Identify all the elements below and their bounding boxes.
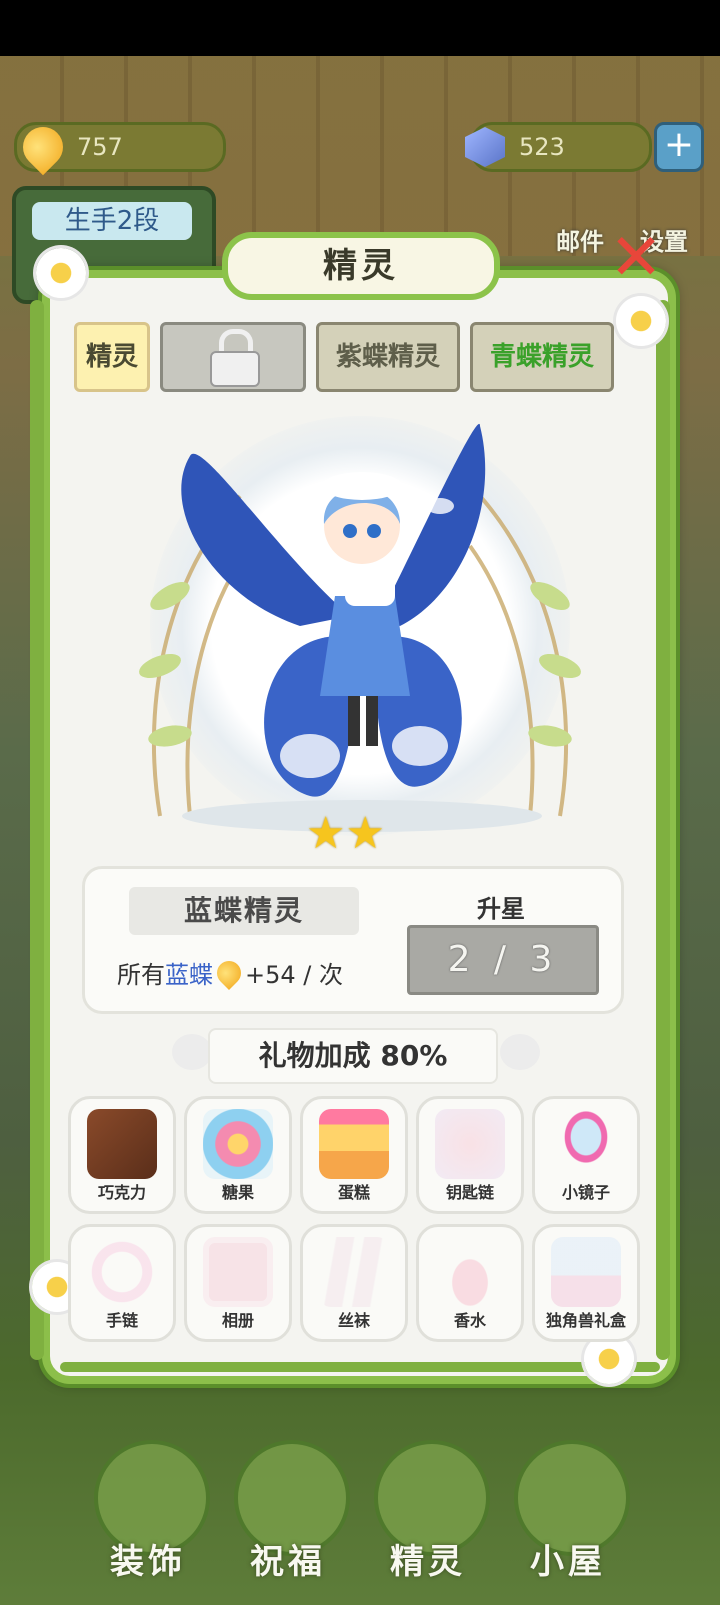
nav-label: 祝福 (250, 1542, 326, 1582)
gift-grid: 巧克力 糖果 蛋糕 钥匙链 小镜子 手链 相册 丝袜 香水 独角兽礼盒 (68, 1096, 640, 1346)
tab-purple-spirit[interactable]: 紫蝶精灵 (316, 322, 460, 392)
gold-amount: 757 (77, 133, 123, 161)
upgrade-label: 升星 (477, 895, 525, 923)
star-rating: ★★ (306, 812, 406, 856)
gift-label: 钥匙链 (445, 1183, 494, 1202)
photo-album-icon (203, 1237, 273, 1307)
bonus-amount: +54 / 次 (245, 961, 343, 989)
close-icon: ✕ (609, 221, 663, 295)
nav-label: 装饰 (110, 1542, 186, 1582)
nav-label: 小屋 (530, 1542, 606, 1582)
spirit-tabs: 精灵 紫蝶精灵 青蝶精灵 (74, 322, 654, 392)
nav-house[interactable]: 小屋 (508, 1440, 630, 1590)
bonus-prefix: 所有 (117, 961, 165, 989)
chocolate-icon (87, 1109, 157, 1179)
vine-bottom (60, 1362, 660, 1372)
gold-counter: 757 (14, 118, 226, 176)
status-bar (0, 0, 720, 56)
mail-button[interactable]: 邮件 (556, 222, 604, 257)
nav-spirit[interactable]: 精灵 (368, 1440, 490, 1590)
bonus-description: 所有 蓝蝶 +54 / 次 (117, 955, 343, 990)
tab-locked-spirit[interactable] (160, 322, 306, 392)
spirit-stage (100, 396, 620, 846)
gift-label: 蛋糕 (337, 1183, 370, 1202)
gift-stockings[interactable]: 丝袜 (300, 1224, 408, 1342)
star-icon: ★ (345, 808, 385, 859)
wing-decoration (500, 1034, 540, 1070)
gift-label: 小镜子 (561, 1183, 610, 1202)
spirit-name: 蓝蝶精灵 (129, 887, 359, 935)
tab-blue-spirit[interactable]: 精灵 (74, 322, 150, 392)
perfume-icon (435, 1237, 505, 1307)
gift-label: 手链 (105, 1311, 138, 1330)
bottom-navigation: 装饰 祝福 精灵 小屋 (0, 1420, 720, 1605)
keychain-icon (435, 1109, 505, 1179)
gift-keychain[interactable]: 钥匙链 (416, 1096, 524, 1214)
gift-label: 丝袜 (337, 1311, 370, 1330)
tab-cyan-spirit[interactable]: 青蝶精灵 (470, 322, 614, 392)
vine-left (30, 300, 44, 1360)
spirit-info-card: 蓝蝶精灵 所有 蓝蝶 +54 / 次 升星 2 / 3 (82, 866, 624, 1014)
gift-candy[interactable]: 糖果 (184, 1096, 292, 1214)
gift-unicorn-box[interactable]: 独角兽礼盒 (532, 1224, 640, 1342)
gift-bracelet[interactable]: 手链 (68, 1224, 176, 1342)
mirror-icon (551, 1109, 621, 1179)
gift-chocolate[interactable]: 巧克力 (68, 1096, 176, 1214)
gift-cake[interactable]: 蛋糕 (300, 1096, 408, 1214)
gift-label: 香水 (453, 1311, 486, 1330)
lock-icon (210, 329, 260, 387)
close-button[interactable]: ✕ (606, 226, 666, 290)
nav-label: 精灵 (390, 1542, 466, 1582)
star-icon: ★ (306, 808, 346, 859)
gift-perfume[interactable]: 香水 (416, 1224, 524, 1342)
bracelet-icon (87, 1237, 157, 1307)
gold-drop-icon (14, 118, 72, 176)
cake-icon (319, 1109, 389, 1179)
nav-decorate[interactable]: 装饰 (88, 1440, 210, 1590)
vine-right (656, 300, 670, 1360)
stockings-icon (319, 1237, 389, 1307)
plus-icon: + (663, 124, 695, 165)
wing-decoration (172, 1034, 212, 1070)
gift-label: 独角兽礼盒 (545, 1311, 626, 1330)
gem-amount: 523 (519, 133, 565, 161)
upgrade-star-button[interactable]: 2 / 3 (407, 925, 599, 995)
nav-blessing[interactable]: 祝福 (228, 1440, 350, 1590)
unicorn-box-icon (551, 1237, 621, 1307)
gift-label: 糖果 (221, 1183, 254, 1202)
gift-album[interactable]: 相册 (184, 1224, 292, 1342)
daisy-decoration (36, 248, 86, 298)
bonus-target: 蓝蝶 (165, 961, 213, 989)
gold-drop-icon (212, 955, 246, 990)
gift-bonus-banner: 礼物加成 80% (208, 1028, 498, 1084)
gift-mirror[interactable]: 小镜子 (532, 1096, 640, 1214)
gift-label: 相册 (221, 1311, 254, 1330)
gift-label: 巧克力 (97, 1183, 146, 1202)
panel-title: 精灵 (222, 232, 500, 300)
candy-jar-icon (203, 1109, 273, 1179)
blue-butterfly-fairy-illustration (139, 423, 581, 832)
gem-counter: 523 (465, 122, 652, 172)
add-gems-button[interactable]: + (654, 122, 704, 172)
rank-label: 生手2段 (32, 202, 192, 240)
